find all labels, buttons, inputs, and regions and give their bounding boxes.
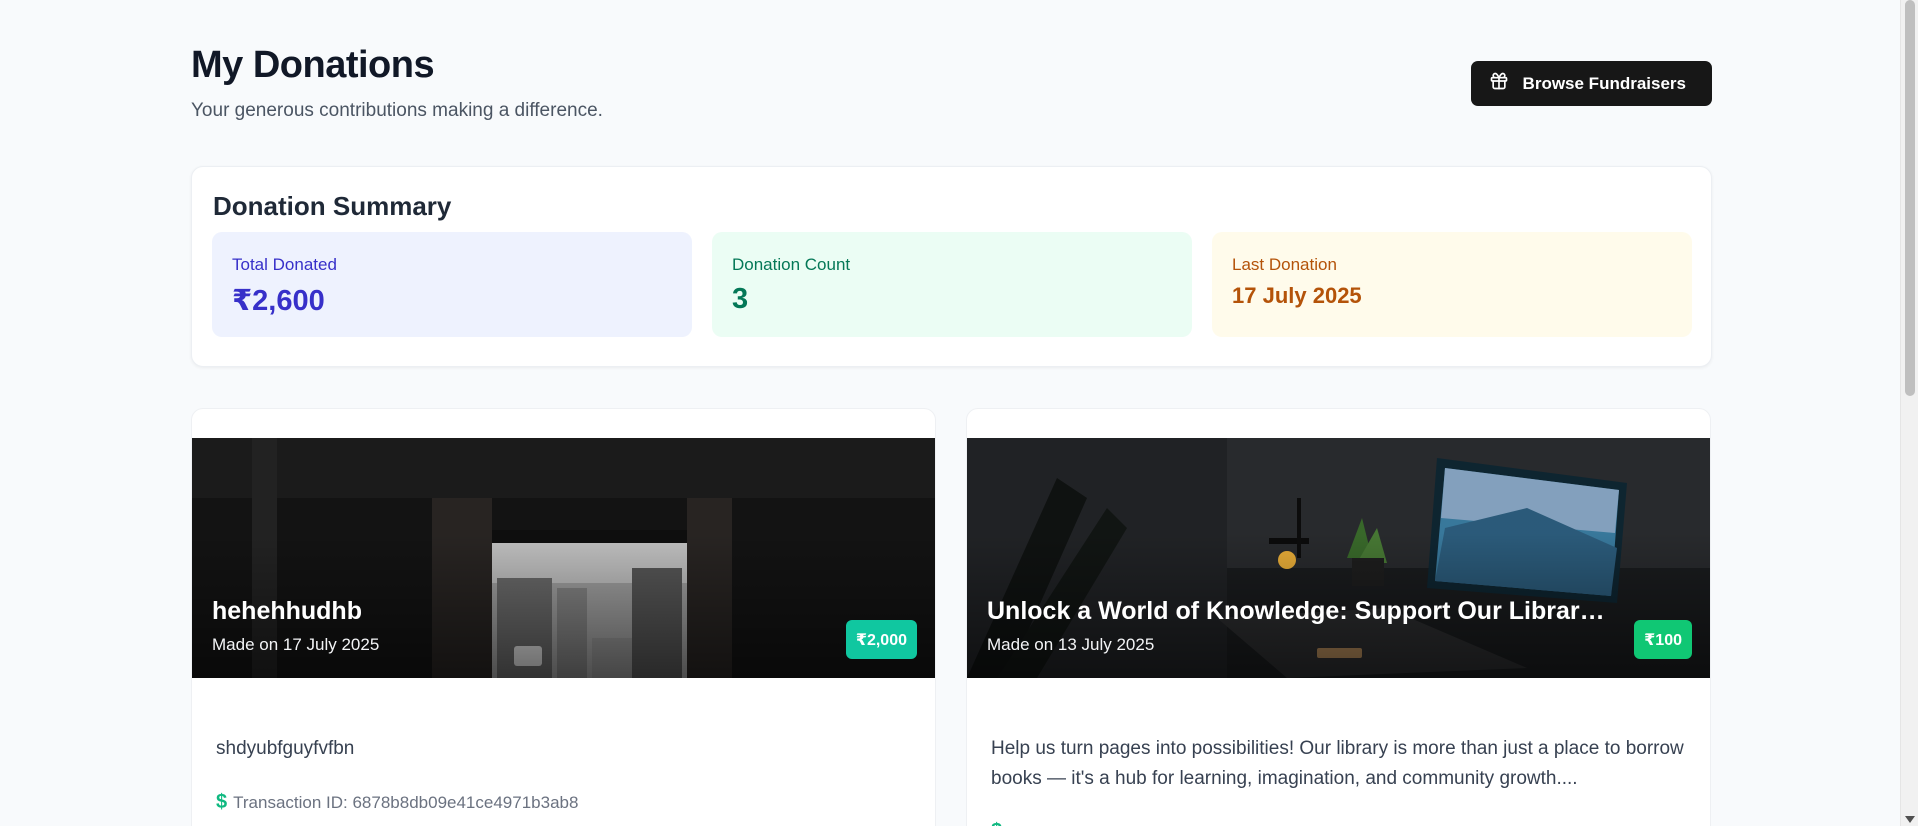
donation-summary-card: Donation Summary Total Donated ₹2,600 Do… xyxy=(191,166,1712,367)
page-title: My Donations xyxy=(191,44,435,86)
dollar-icon: $ xyxy=(991,820,1002,826)
transaction-id: Transaction ID: 6878b8db09e41ce4971b3ab8 xyxy=(233,792,579,812)
browse-fundraisers-label: Browse Fundraisers xyxy=(1522,73,1686,93)
stat-label: Donation Count xyxy=(732,255,851,274)
donation-description: Help us turn pages into possibilities! O… xyxy=(991,738,1684,789)
donation-description: shdyubfguyfvfbn xyxy=(216,738,355,759)
dollar-icon: $ xyxy=(216,791,228,813)
fundraiser-image: Unlock a World of Knowledge: Support Our… xyxy=(967,438,1710,678)
donation-title: Unlock a World of Knowledge: Support Our… xyxy=(987,597,1607,625)
scroll-down-arrow-icon[interactable] xyxy=(1905,816,1915,823)
stat-value: ₹2,600 xyxy=(232,285,325,317)
stat-value: 3 xyxy=(732,283,749,315)
stat-label: Total Donated xyxy=(232,255,337,274)
browse-fundraisers-button[interactable]: Browse Fundraisers xyxy=(1470,61,1712,106)
page-subtitle: Your generous contributions making a dif… xyxy=(191,100,603,121)
donation-date: Made on 17 July 2025 xyxy=(212,635,380,654)
donation-title: hehehhudhb xyxy=(212,597,362,625)
scrollbar-thumb[interactable] xyxy=(1905,0,1915,396)
donation-date: Made on 13 July 2025 xyxy=(987,635,1155,654)
donation-card[interactable]: Unlock a World of Knowledge: Support Our… xyxy=(966,408,1711,826)
stat-last-donation: Last Donation 17 July 2025 xyxy=(1212,232,1692,337)
gift-icon xyxy=(1489,71,1509,96)
transaction-info: $ Transaction ID: 6878b8db09e41ce4971b3a… xyxy=(216,791,578,814)
amount-badge: ₹100 xyxy=(1634,620,1692,659)
transaction-info: $ xyxy=(991,820,1002,826)
summary-stats: Total Donated ₹2,600 Donation Count 3 La… xyxy=(212,232,1692,337)
fundraiser-image: hehehhudhb Made on 17 July 2025 ₹2,000 xyxy=(192,438,935,678)
page-header: My Donations Your generous contributions… xyxy=(191,0,1712,166)
page-scrollbar[interactable] xyxy=(1900,0,1918,826)
page: My Donations Your generous contributions… xyxy=(0,0,1900,826)
stat-total-donated: Total Donated ₹2,600 xyxy=(212,232,692,337)
amount-badge: ₹2,000 xyxy=(845,620,917,659)
donation-cards: hehehhudhb Made on 17 July 2025 ₹2,000 s… xyxy=(191,408,1712,826)
stat-label: Last Donation xyxy=(1232,255,1337,274)
summary-title: Donation Summary xyxy=(213,191,452,221)
donation-card[interactable]: hehehhudhb Made on 17 July 2025 ₹2,000 s… xyxy=(191,408,936,826)
stat-donation-count: Donation Count 3 xyxy=(712,232,1192,337)
stat-value: 17 July 2025 xyxy=(1232,283,1362,308)
main-container: My Donations Your generous contributions… xyxy=(191,0,1712,826)
